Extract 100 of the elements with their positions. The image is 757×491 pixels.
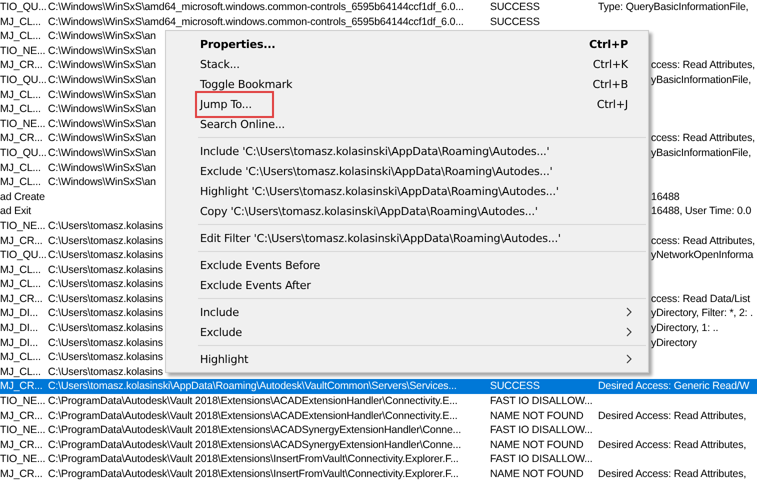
operation-cell-text: MJ_CL...	[0, 364, 42, 380]
menu-item[interactable]: Exclude Events Before	[195, 254, 326, 276]
operation-cell-text: MJ_CL...	[0, 262, 42, 278]
operation-cell-text: MJ_CR...	[0, 379, 44, 394]
event-row[interactable]: MJ_CL... C:\Windows\WinSxS\amd64_microsoft.windows.common-controls_6595b64144ccf1df_6.0... SUCCESS	[0, 14, 757, 30]
operation-cell-text: TIO_QU...	[0, 248, 48, 263]
result-cell-text: SUCCESS	[490, 0, 541, 15]
event-row[interactable]: MJ_CR... C:\ProgramData\Autodesk\Vault 2018\Extensions\ACADExtensionHandler\Connectivity.E... NAME NOT FOUND Desired Access: Read Attributes,	[0, 408, 757, 424]
path-cell-text: C:\Users\tomasz.kolasinski\AppData\Roaming\Autodesk\VaultCommon\Servers\Services...	[48, 379, 458, 394]
detail-cell: yNetworkOpenInforma	[651, 248, 754, 263]
path-cell: C:\Users\tomasz.kolasins	[48, 351, 163, 364]
menu-item[interactable]: Jump To...	[195, 90, 274, 118]
path-cell-text: C:\ProgramData\Autodesk\Vault 2018\Extensions\InsertFromVault\Connectivity.Explorer.F...	[48, 452, 460, 467]
detail-cell: 16488, User Time: 0.0	[651, 204, 752, 219]
menu-item[interactable]: Include 'C:\Users\tomasz.kolasinski\AppData\Roaming\Autodes...'	[195, 140, 554, 162]
detail-cell: Desired Access: Read Attributes,	[598, 408, 746, 424]
detail-cell: ccess: Read Data/List	[651, 292, 750, 306]
detail-cell: Type: QueryBasicInformationFile,	[598, 0, 748, 15]
operation-cell-text: MJ_CL...	[0, 29, 42, 44]
menu-item[interactable]: Exclude Events After	[195, 274, 316, 296]
path-cell-text: C:\Windows\WinSxS\amd64_microsoft.windows.common-controls_6595b64144ccf1df_6.0...	[48, 0, 465, 15]
operation-cell-text: TIO_NE...	[0, 452, 46, 467]
operation-cell-text: MJ_DI...	[0, 321, 39, 336]
result-cell-text: NAME NOT FOUND	[490, 438, 584, 452]
path-cell-text: C:\ProgramData\Autodesk\Vault 2018\Extensions\ACADExtensionHandler\Connectivity.E...	[48, 394, 459, 409]
operation-cell-text: MJ_DI...	[0, 306, 39, 322]
shortcut-label: Ctrl+P	[589, 38, 628, 50]
operation-cell-text: MJ_CL...	[0, 88, 42, 102]
operation-cell-text: TIO_NE...	[0, 394, 46, 409]
path-cell: C:\Windows\WinSxS\an	[48, 176, 156, 188]
event-row[interactable]: TIO_QU...C:\Windows\WinSxS\amd64_microsoft.windows.common-controls_6595b64144ccf1df_6.0... SUCCESS Type: QueryBasicInformationFile,	[0, 0, 757, 15]
operation-cell-text: ad Exit	[0, 204, 32, 219]
detail-cell: ccess: Read Attributes,	[651, 131, 755, 146]
menu-item[interactable]: Highlight 'C:\Users\tomasz.kolasinski\AppData\Roaming\Autodes...'	[195, 180, 564, 202]
menu-item[interactable]: Exclude	[195, 320, 248, 344]
event-row[interactable]: TIO_NE... C:\ProgramData\Autodesk\Vault 2018\Extensions\ACADSynergyExtensionHandler\Conne... FAST IO DISALLOW...	[0, 423, 757, 438]
operation-cell-text: MJ_CL...	[0, 277, 42, 292]
operation-cell-text: MJ_CR...	[0, 467, 44, 482]
path-cell-text: C:\ProgramData\Autodesk\Vault 2018\Extensions\InsertFromVault\Connectivity.Explorer.F...	[48, 467, 460, 482]
path-cell: C:\Windows\WinSxS\an	[48, 162, 156, 174]
detail-cell: Desired Access: Read Attributes,	[598, 438, 746, 452]
menu-item[interactable]: Highlight	[195, 348, 254, 370]
menu-item[interactable]: Include	[195, 300, 244, 324]
result-cell-text: SUCCESS	[490, 379, 541, 394]
event-row[interactable]: MJ_CR... C:\Users\tomasz.kolasinski\AppData\Roaming\Autodesk\VaultCommon\Servers\Services... SUCCESS Desired Access: Generic Read/W	[0, 379, 757, 394]
operation-cell-text: MJ_CR...	[0, 438, 44, 452]
operation-cell-text: TIO_NE...	[0, 44, 46, 58]
operation-cell-text: TIO_QU...	[0, 0, 48, 15]
detail-cell: yBasicInformationFile,	[651, 72, 751, 88]
operation-cell-text: MJ_CL...	[0, 14, 42, 30]
result-cell-text: NAME NOT FOUND	[490, 467, 584, 482]
path-cell: C:\Windows\WinSxS\an	[48, 74, 156, 86]
path-cell: C:\Windows\WinSxS\an	[48, 103, 156, 116]
operation-cell-text: TIO_NE...	[0, 116, 46, 132]
operation-cell-text: MJ_CR...	[0, 131, 44, 146]
operation-cell-text: MJ_DI...	[0, 336, 39, 350]
menu-item[interactable]: Exclude 'C:\Users\tomasz.kolasinski\AppData\Roaming\Autodes...'	[195, 160, 558, 182]
detail-cell: 16488	[651, 190, 680, 204]
shortcut-label: Ctrl+K	[592, 58, 628, 70]
result-cell-text: NAME NOT FOUND	[490, 408, 584, 424]
operation-cell-text: ad Create	[0, 190, 46, 204]
path-cell-text: C:\ProgramData\Autodesk\Vault 2018\Extensions\ACADExtensionHandler\Connectivity.E...	[48, 408, 459, 424]
detail-cell: yBasicInformationFile,	[651, 146, 751, 161]
detail-cell: yDirectory, 1: ..	[651, 321, 718, 336]
operation-cell-text: TIO_QU...	[0, 146, 48, 161]
result-cell-text: SUCCESS	[490, 14, 541, 30]
result-cell-text: FAST IO DISALLOW...	[490, 423, 594, 438]
path-cell: C:\Users\tomasz.kolasins	[48, 278, 163, 290]
menu-item[interactable]: Copy 'C:\Users\tomasz.kolasinski\AppData\Roaming\Autodes...'	[195, 200, 543, 222]
event-row[interactable]: MJ_CR... C:\ProgramData\Autodesk\Vault 2018\Extensions\ACADSynergyExtensionHandler\Conne... NAME NOT FOUND Desired Access: Read Attributes,	[0, 438, 757, 452]
operation-cell-text: MJ_CL...	[0, 175, 42, 190]
path-cell-text: C:\ProgramData\Autodesk\Vault 2018\Extensions\ACADSynergyExtensionHandler\Conne...	[48, 438, 462, 452]
result-cell-text: FAST IO DISALLOW...	[490, 452, 594, 467]
path-cell: C:\Windows\WinSxS\an	[48, 146, 156, 159]
path-cell: C:\Windows\WinSxS\an	[48, 30, 156, 42]
path-cell: C:\Windows\WinSxS\an	[48, 44, 156, 57]
path-cell: C:\Users\tomasz.kolasins	[48, 234, 163, 246]
operation-cell-text: MJ_CR...	[0, 58, 44, 73]
menu-item[interactable]: Properties...	[195, 32, 280, 56]
path-cell-text: C:\Windows\WinSxS\amd64_microsoft.windows.common-controls_6595b64144ccf1df_6.0...	[48, 14, 465, 30]
operation-cell-text: MJ_CR...	[0, 234, 44, 248]
detail-cell: Desired Access: Read Attributes,	[598, 467, 746, 482]
path-cell: C:\Windows\WinSxS\an	[48, 118, 156, 130]
operation-cell-text: TIO_NE...	[0, 218, 46, 234]
operation-cell-text: MJ_CR...	[0, 292, 44, 306]
event-row[interactable]: TIO_NE... C:\ProgramData\Autodesk\Vault 2018\Extensions\InsertFromVault\Connectivity.Explorer.F... FAST IO DISALLOW...	[0, 452, 757, 467]
result-cell-text: FAST IO DISALLOW...	[490, 394, 594, 409]
path-cell: C:\Users\tomasz.kolasins	[48, 292, 163, 305]
menu-item[interactable]: Edit Filter 'C:\Users\tomasz.kolasinski\AppData\Roaming\Autodes...'	[195, 226, 566, 250]
event-row[interactable]: MJ_CR... C:\ProgramData\Autodesk\Vault 2018\Extensions\InsertFromVault\Connectivity.Explorer.F... NAME NOT FOUND Desired Access: Read Attributes,	[0, 467, 757, 482]
detail-cell: yDirectory	[651, 336, 697, 350]
operation-cell-text: TIO_QU...	[0, 72, 48, 88]
menu-item[interactable]: Stack...	[195, 52, 245, 76]
path-cell: C:\Users\tomasz.kolasins	[48, 249, 163, 262]
event-row[interactable]: TIO_NE... C:\ProgramData\Autodesk\Vault 2018\Extensions\ACADExtensionHandler\Connectivity.E... FAST IO DISALLOW...	[0, 394, 757, 409]
path-cell: C:\Users\tomasz.kolasins	[48, 220, 163, 232]
operation-cell-text: MJ_CL...	[0, 350, 42, 365]
operation-cell-text: MJ_CR...	[0, 408, 44, 424]
path-cell: C:\Users\tomasz.kolasins	[48, 336, 163, 349]
detail-cell: yDirectory, Filter: *, 2: .	[651, 306, 753, 322]
